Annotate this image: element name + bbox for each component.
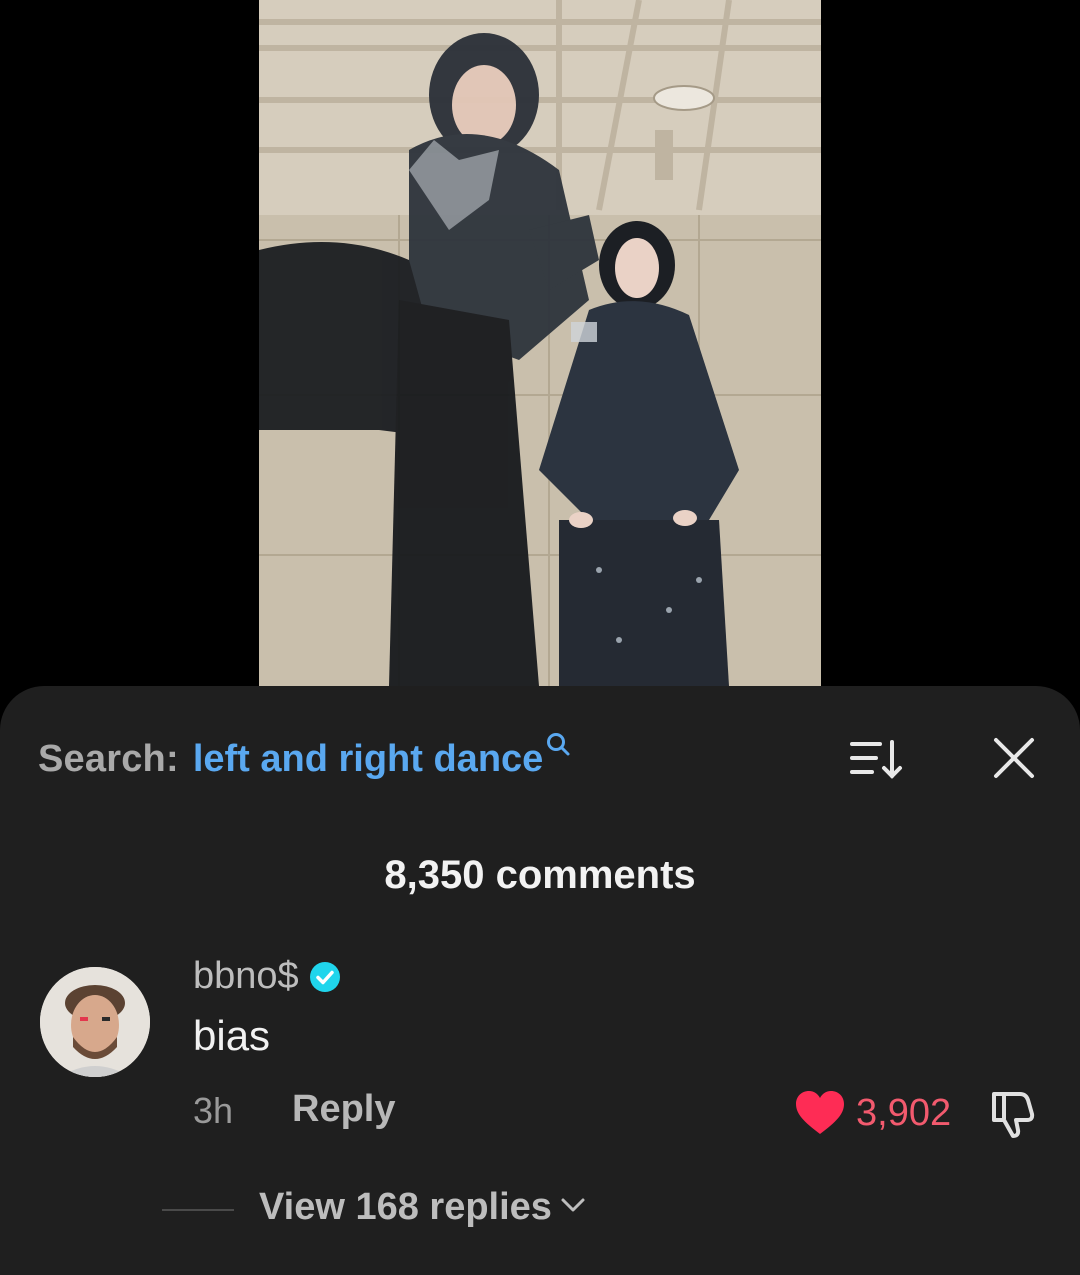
- dislike-icon[interactable]: [986, 1088, 1038, 1140]
- view-replies-button[interactable]: View 168 replies: [259, 1186, 586, 1229]
- heart-icon[interactable]: [794, 1090, 846, 1136]
- verified-badge-icon: [309, 961, 341, 993]
- avatar[interactable]: [40, 967, 150, 1077]
- comment-time: 3h: [193, 1090, 234, 1131]
- comment-text: bias: [193, 1012, 271, 1059]
- username[interactable]: bbno$: [193, 955, 299, 998]
- chevron-down-icon[interactable]: [560, 1195, 586, 1220]
- video-image: [259, 0, 821, 686]
- search-label: Search:: [38, 738, 179, 780]
- comments-count: 8,350 comments: [384, 853, 696, 897]
- search-icon[interactable]: [545, 731, 571, 762]
- close-icon[interactable]: [990, 734, 1038, 782]
- video-frame[interactable]: [259, 0, 821, 686]
- replies-divider: [162, 1209, 234, 1211]
- search-query[interactable]: left and right dance: [193, 738, 543, 781]
- sort-icon[interactable]: [848, 736, 906, 782]
- comment-author[interactable]: bbno$: [193, 955, 341, 998]
- like-count: 3,902: [856, 1092, 952, 1134]
- video-area[interactable]: [0, 0, 1080, 700]
- comment-search-bar[interactable]: Search: left and right dance: [38, 733, 571, 786]
- view-replies-label[interactable]: View 168 replies: [259, 1186, 552, 1229]
- reply-button[interactable]: Reply: [292, 1088, 395, 1131]
